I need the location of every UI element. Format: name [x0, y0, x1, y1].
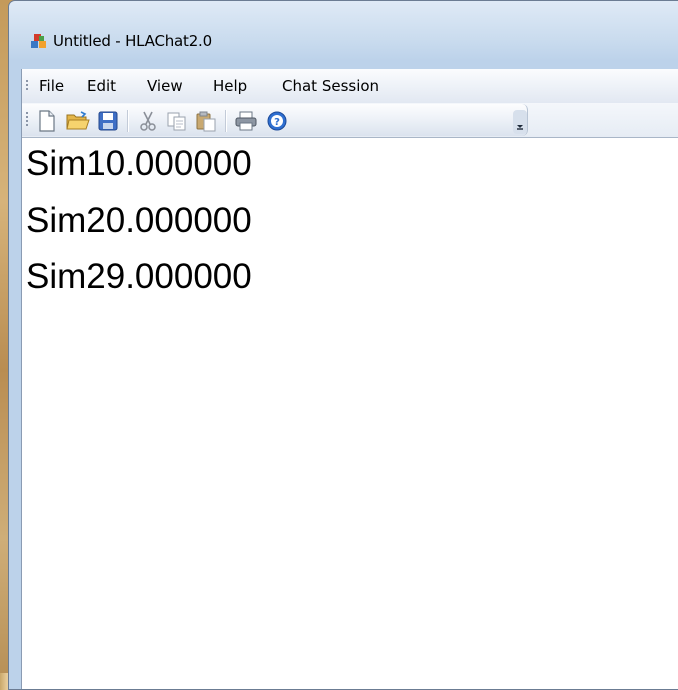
copy-icon: [167, 112, 186, 131]
menu-help[interactable]: Help: [213, 77, 247, 95]
menu-bar: File Edit View Help Chat Session: [22, 69, 678, 103]
paste-button[interactable]: [194, 109, 218, 133]
cut-icon: [140, 111, 156, 131]
print-button[interactable]: [234, 109, 258, 133]
new-icon: [39, 110, 55, 132]
copy-button[interactable]: [165, 109, 189, 133]
client-area: File Edit View Help Chat Session ? Sim10…: [21, 69, 678, 689]
open-icon: [66, 111, 90, 130]
help-icon: ?: [267, 111, 287, 131]
chat-line: Sim20.000000: [26, 201, 252, 240]
chat-text-area[interactable]: Sim10.000000 Sim20.000000 Sim29.000000: [22, 137, 678, 689]
print-icon: [235, 111, 257, 131]
title-bar[interactable]: Untitled - HLAChat2.0: [9, 1, 678, 69]
menu-file[interactable]: File: [39, 77, 64, 95]
new-button[interactable]: [35, 109, 59, 133]
cut-button[interactable]: [136, 109, 160, 133]
paste-icon: [196, 111, 216, 132]
toolbar-grip[interactable]: [26, 112, 29, 128]
toolbar-row: ?: [22, 103, 678, 137]
window-title: Untitled - HLAChat2.0: [53, 32, 212, 50]
app-window: Untitled - HLAChat2.0 File Edit View Hel…: [8, 0, 678, 690]
open-button[interactable]: [66, 109, 90, 133]
app-icon: [31, 34, 46, 48]
toolbar-overflow-chevron-icon[interactable]: [513, 110, 527, 134]
save-icon: [98, 111, 118, 131]
help-button[interactable]: ?: [265, 109, 289, 133]
chat-line: Sim29.000000: [26, 257, 252, 296]
menu-chat-session[interactable]: Chat Session: [282, 77, 379, 95]
menu-view[interactable]: View: [147, 77, 183, 95]
svg-text:?: ?: [274, 117, 280, 128]
chat-line: Sim10.000000: [26, 144, 252, 183]
toolbar-separator: [127, 110, 129, 132]
save-button[interactable]: [96, 109, 120, 133]
toolbar-separator: [225, 110, 227, 132]
standard-toolbar: ?: [22, 104, 528, 136]
menu-edit[interactable]: Edit: [87, 77, 116, 95]
menubar-grip[interactable]: [26, 80, 29, 92]
